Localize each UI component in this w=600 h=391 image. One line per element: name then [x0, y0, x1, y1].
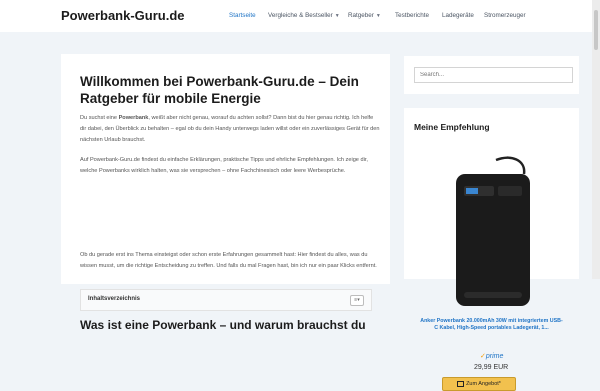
- prime-label: prime: [485, 353, 504, 360]
- nav-item-vergleiche[interactable]: Vergleiche & Bestseller ▼: [268, 12, 340, 19]
- nav-item-ladegeraete[interactable]: Ladegeräte: [442, 12, 474, 19]
- nav-item-vergleiche-label: Vergleiche & Bestseller: [268, 12, 333, 19]
- intro-bold-keyword: Powerbank: [118, 115, 149, 121]
- section-heading: Was ist eine Powerbank – und warum brauc…: [80, 318, 366, 332]
- buy-button-label: Zum Angebot*: [466, 381, 501, 387]
- intro-text-start: Du suchst eine: [80, 115, 119, 121]
- about-paragraph: Auf Powerbank-Guru.de findest du einfach…: [80, 157, 368, 174]
- chevron-down-icon: ▼: [334, 13, 340, 19]
- toc-toggle-button[interactable]: ≡▾: [350, 295, 364, 306]
- nav-item-startseite[interactable]: Startseite: [229, 12, 256, 19]
- search-input[interactable]: [414, 67, 573, 83]
- list-icon: ≡▾: [354, 297, 360, 303]
- help-paragraph: Ob du gerade erst ins Thema einsteigst o…: [80, 252, 377, 269]
- prime-badge: ✓prime: [480, 352, 503, 360]
- cart-icon: [457, 380, 465, 387]
- toc-label: Inhaltsverzeichnis: [88, 296, 141, 302]
- scrollbar-thumb[interactable]: [594, 10, 598, 50]
- chevron-down-icon: ▼: [375, 13, 381, 19]
- buy-button[interactable]: Zum Angebot*: [442, 377, 516, 391]
- product-price: 29,99 EUR: [474, 364, 509, 371]
- main-content: Willkommen bei Powerbank-Guru.de – Dein …: [61, 54, 390, 332]
- site-header: Powerbank-Guru.de Startseite Vergleiche …: [0, 0, 592, 32]
- nav-item-stromerzeuger[interactable]: Stromerzeuger: [484, 12, 526, 19]
- nav-item-ratgeber-label: Ratgeber: [348, 12, 374, 19]
- site-logo[interactable]: Powerbank-Guru.de: [61, 8, 185, 23]
- product-title-link[interactable]: Anker Powerbank 20.000mAh 30W mit integr…: [419, 318, 564, 332]
- nav-item-testberichte[interactable]: Testberichte: [395, 12, 429, 19]
- nav-item-ratgeber[interactable]: Ratgeber ▼: [348, 12, 381, 19]
- page-scrollbar[interactable]: [592, 0, 600, 279]
- page-title: Willkommen bei Powerbank-Guru.de – Dein …: [80, 74, 359, 106]
- sidebar-search-widget: [404, 56, 579, 94]
- product-image[interactable]: [436, 152, 551, 310]
- table-of-contents[interactable]: Inhaltsverzeichnis ≡▾: [80, 289, 372, 311]
- recommendation-widget: Meine Empfehlung Anker Powerbank 20.000m…: [404, 108, 579, 391]
- widget-title: Meine Empfehlung: [414, 122, 490, 132]
- intro-paragraph: Du suchst eine Powerbank, weißt aber nic…: [80, 113, 380, 145]
